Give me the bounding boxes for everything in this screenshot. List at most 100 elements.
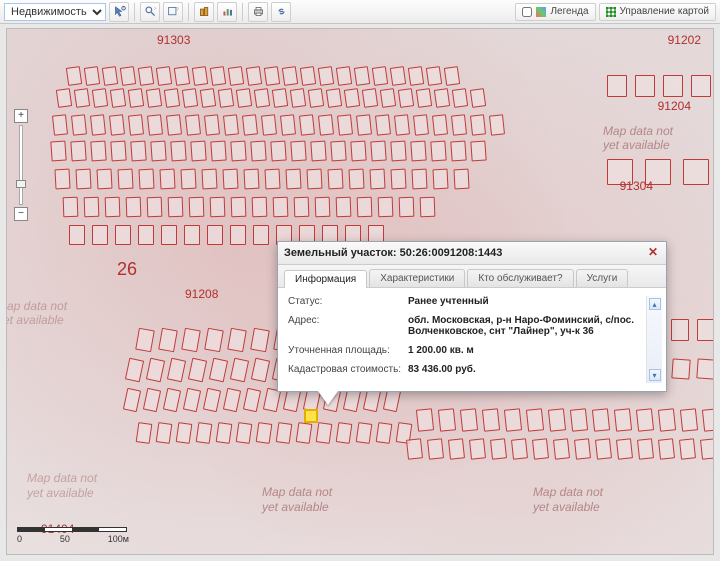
cadastral-parcel[interactable] bbox=[230, 141, 246, 162]
cadastral-parcel[interactable] bbox=[697, 319, 714, 341]
cadastral-parcel[interactable] bbox=[250, 141, 266, 162]
cadastral-parcel[interactable] bbox=[192, 66, 208, 86]
cadastral-parcel[interactable] bbox=[427, 438, 444, 459]
cadastral-parcel[interactable] bbox=[54, 169, 70, 190]
cadastral-parcel[interactable] bbox=[504, 408, 522, 432]
cadastral-parcel[interactable] bbox=[432, 169, 448, 190]
layer-dropdown[interactable]: Недвижимость bbox=[4, 3, 106, 21]
cadastral-parcel[interactable] bbox=[336, 66, 352, 86]
cadastral-parcel[interactable] bbox=[223, 114, 239, 135]
cadastral-parcel[interactable] bbox=[434, 88, 450, 108]
cadastral-parcel[interactable] bbox=[635, 75, 655, 97]
cadastral-parcel[interactable] bbox=[430, 141, 446, 162]
cadastral-parcel[interactable] bbox=[243, 169, 259, 190]
tab-uslugi[interactable]: Услуги bbox=[576, 269, 629, 287]
tab-characteristics[interactable]: Характеристики bbox=[369, 269, 465, 287]
cadastral-parcel[interactable] bbox=[532, 438, 549, 459]
cadastral-parcel[interactable] bbox=[336, 422, 353, 444]
cadastral-parcel[interactable] bbox=[490, 438, 507, 459]
cadastral-parcel[interactable] bbox=[362, 88, 378, 108]
cadastral-parcel[interactable] bbox=[450, 141, 466, 162]
cadastral-parcel[interactable] bbox=[356, 114, 372, 135]
cadastral-parcel[interactable] bbox=[469, 438, 486, 459]
cadastral-parcel[interactable] bbox=[369, 169, 385, 190]
cadastral-parcel[interactable] bbox=[702, 408, 714, 432]
cadastral-parcel[interactable] bbox=[210, 66, 226, 86]
cadastral-parcel[interactable] bbox=[105, 197, 121, 218]
cadastral-parcel[interactable] bbox=[315, 197, 331, 218]
cadastral-parcel[interactable] bbox=[344, 88, 360, 108]
cadastral-parcel[interactable] bbox=[406, 438, 423, 459]
cadastral-parcel[interactable] bbox=[130, 141, 146, 162]
cadastral-parcel[interactable] bbox=[691, 75, 711, 97]
cadastral-parcel[interactable] bbox=[696, 358, 714, 379]
cadastral-parcel[interactable] bbox=[310, 141, 326, 162]
cadastral-parcel[interactable] bbox=[671, 358, 690, 379]
scroll-up-button[interactable]: ▴ bbox=[649, 298, 661, 310]
cadastral-parcel[interactable] bbox=[84, 197, 100, 218]
cadastral-parcel[interactable] bbox=[285, 169, 301, 190]
popup-header[interactable]: Земельный участок: 50:26:0091208:1443 ✕ bbox=[278, 242, 666, 265]
cadastral-parcel[interactable] bbox=[679, 438, 696, 459]
cadastral-parcel[interactable] bbox=[50, 141, 66, 162]
selected-parcel-marker[interactable] bbox=[304, 409, 318, 423]
cadastral-parcel[interactable] bbox=[270, 141, 286, 162]
tab-service[interactable]: Кто обслуживает? bbox=[467, 269, 573, 287]
cadastral-parcel[interactable] bbox=[574, 438, 591, 459]
cadastral-parcel[interactable] bbox=[290, 88, 306, 108]
cadastral-parcel[interactable] bbox=[308, 88, 324, 108]
cadastral-parcel[interactable] bbox=[242, 114, 258, 135]
cadastral-parcel[interactable] bbox=[150, 141, 166, 162]
cadastral-parcel[interactable] bbox=[252, 197, 268, 218]
cadastral-parcel[interactable] bbox=[416, 408, 434, 432]
cadastral-parcel[interactable] bbox=[207, 225, 223, 245]
cadastral-parcel[interactable] bbox=[452, 88, 468, 108]
cadastral-parcel[interactable] bbox=[489, 114, 505, 135]
cadastral-parcel[interactable] bbox=[185, 114, 201, 135]
cadastral-parcel[interactable] bbox=[176, 422, 193, 444]
cadastral-parcel[interactable] bbox=[222, 169, 238, 190]
cadastral-parcel[interactable] bbox=[90, 114, 106, 135]
cadastral-parcel[interactable] bbox=[300, 66, 316, 86]
cadastral-parcel[interactable] bbox=[230, 225, 246, 245]
cadastral-parcel[interactable] bbox=[71, 114, 87, 135]
cadastral-parcel[interactable] bbox=[299, 114, 315, 135]
cadastral-parcel[interactable] bbox=[138, 169, 154, 190]
cadastral-parcel[interactable] bbox=[231, 197, 247, 218]
cadastral-parcel[interactable] bbox=[168, 197, 184, 218]
cadastral-parcel[interactable] bbox=[201, 169, 217, 190]
cadastral-parcel[interactable] bbox=[700, 438, 714, 459]
cadastral-parcel[interactable] bbox=[420, 197, 436, 218]
cadastral-parcel[interactable] bbox=[200, 88, 216, 108]
map-manage-button[interactable]: Управление картой bbox=[599, 3, 716, 21]
cadastral-parcel[interactable] bbox=[553, 438, 570, 459]
cadastral-parcel[interactable] bbox=[318, 114, 334, 135]
cadastral-parcel[interactable] bbox=[680, 408, 698, 432]
cadastral-parcel[interactable] bbox=[190, 141, 206, 162]
cadastral-parcel[interactable] bbox=[438, 408, 456, 432]
cadastral-parcel[interactable] bbox=[614, 408, 632, 432]
cadastral-parcel[interactable] bbox=[147, 114, 163, 135]
cadastral-parcel[interactable] bbox=[683, 159, 709, 185]
cadastral-parcel[interactable] bbox=[138, 66, 154, 86]
cadastral-parcel[interactable] bbox=[482, 408, 500, 432]
help-button[interactable]: ? bbox=[163, 2, 183, 22]
cadastral-parcel[interactable] bbox=[110, 141, 126, 162]
cadastral-parcel[interactable] bbox=[592, 408, 610, 432]
cadastral-parcel[interactable] bbox=[210, 197, 226, 218]
cadastral-parcel[interactable] bbox=[92, 225, 108, 245]
cadastral-parcel[interactable] bbox=[128, 88, 144, 108]
cadastral-parcel[interactable] bbox=[52, 114, 68, 135]
cadastral-parcel[interactable] bbox=[84, 66, 100, 86]
tab-information[interactable]: Информация bbox=[284, 270, 367, 288]
cadastral-parcel[interactable] bbox=[306, 169, 322, 190]
cadastral-parcel[interactable] bbox=[174, 66, 190, 86]
scroll-down-button[interactable]: ▾ bbox=[649, 369, 661, 381]
popup-close-button[interactable]: ✕ bbox=[646, 246, 660, 260]
popup-scrollbar[interactable]: ▴ ▾ bbox=[646, 296, 662, 383]
cadastral-parcel[interactable] bbox=[63, 197, 79, 218]
cadastral-parcel[interactable] bbox=[390, 66, 406, 86]
cadastral-parcel[interactable] bbox=[261, 114, 277, 135]
cadastral-parcel[interactable] bbox=[254, 88, 270, 108]
cadastral-parcel[interactable] bbox=[663, 75, 683, 97]
